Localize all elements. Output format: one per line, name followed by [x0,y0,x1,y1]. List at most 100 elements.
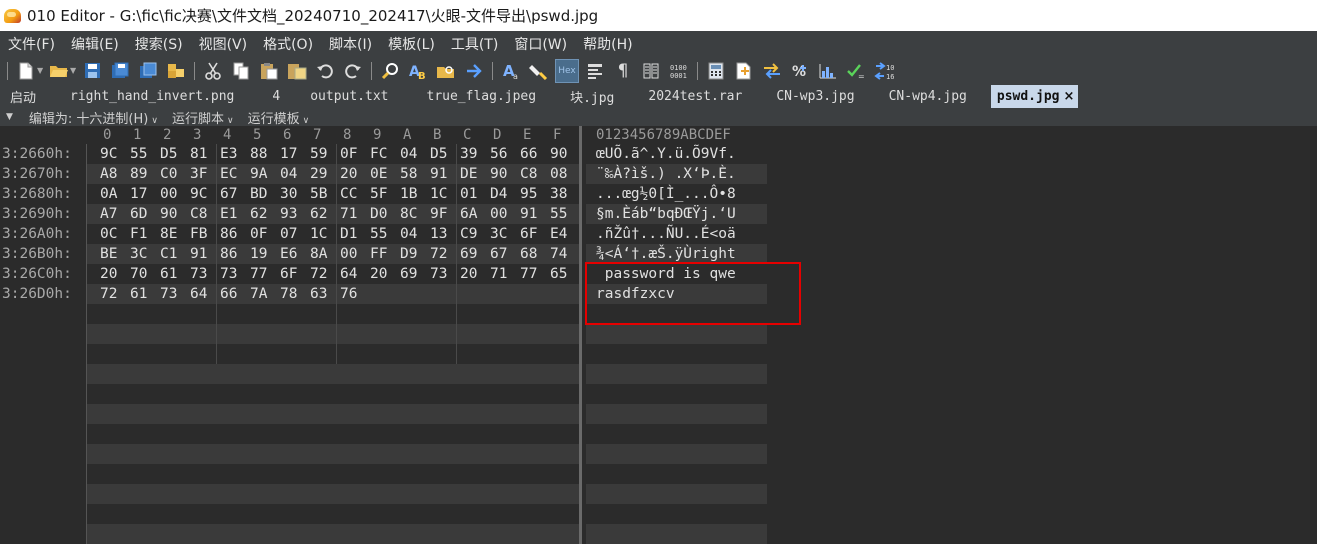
hex-byte[interactable]: 9C [100,144,130,164]
calculator-icon[interactable] [705,60,727,82]
hex-byte[interactable]: 08 [550,164,580,184]
hex-byte[interactable]: 91 [520,204,550,224]
tab-pswd-jpg[interactable]: pswd.jpg × [990,85,1079,108]
menu-view[interactable]: 视图(V) [191,34,256,54]
hex-byte[interactable]: 01 [460,184,490,204]
hex-byte[interactable]: 6F [520,224,550,244]
hex-byte[interactable]: 20 [460,264,490,284]
hex-byte[interactable]: C9 [460,224,490,244]
hex-byte[interactable]: 6A [460,204,490,224]
hex-byte[interactable]: 8C [400,204,430,224]
hex-byte[interactable]: 56 [490,144,520,164]
ascii-row[interactable]: œUÕ.ã^.Y.ü.Õ9Vf. [586,144,767,164]
hex-byte[interactable]: E4 [550,224,580,244]
hex-byte[interactable]: 6D [130,204,160,224]
hex-byte[interactable]: 62 [250,204,280,224]
undo-icon[interactable] [314,60,336,82]
hex-byte[interactable]: 77 [250,264,280,284]
hex-byte[interactable]: 69 [460,244,490,264]
hex-byte[interactable]: 00 [490,204,520,224]
hex-byte[interactable]: 69 [400,264,430,284]
hex-byte[interactable]: 70 [130,264,160,284]
hex-row[interactable] [87,504,579,524]
ascii-row[interactable]: .ñŽû†...ÑU..É<oä [586,224,767,244]
hex-byte[interactable]: 78 [280,284,310,304]
menu-help[interactable]: 帮助(H) [575,34,640,54]
cut-icon[interactable] [202,60,224,82]
hex-row[interactable] [87,324,579,344]
menu-script[interactable]: 脚本(I) [321,34,380,54]
hex-byte[interactable]: 90 [550,144,580,164]
hex-byte[interactable]: 67 [220,184,250,204]
hex-byte[interactable]: 20 [340,164,370,184]
ascii-row[interactable]: ...œg½0[Ì_...Ô•8 [586,184,767,204]
hex-byte[interactable]: 1B [400,184,430,204]
hex-byte[interactable]: 0E [370,164,400,184]
goto-icon[interactable] [463,60,485,82]
hex-byte[interactable]: 00 [340,244,370,264]
ascii-row[interactable] [586,464,767,484]
hex-row[interactable]: 0C F1 8E FB 86 0F 07 1C D1 55 04 13 C9 3C 6F E4 [87,224,579,244]
hex-byte[interactable]: C1 [160,244,190,264]
hex-row[interactable] [87,384,579,404]
tab-kuai-jpg[interactable]: 块.jpg [560,85,638,108]
hex-byte[interactable]: 73 [220,264,250,284]
hex-byte[interactable]: C0 [160,164,190,184]
hex-byte[interactable]: 77 [520,264,550,284]
hex-byte[interactable]: C8 [520,164,550,184]
text-mode-icon[interactable] [584,60,606,82]
tab-cn-wp4[interactable]: CN-wp4.jpg [879,85,991,108]
ascii-row[interactable]: §m.Èáb“bqÐŒŸj.‘U [586,204,767,224]
hex-row[interactable]: A8 89 C0 3F EC 9A 04 29 20 0E 58 91 DE 90 C8 08 [87,164,579,184]
pane-splitter[interactable] [579,126,582,544]
hex-byte[interactable]: 64 [340,264,370,284]
hex-byte[interactable]: 66 [220,284,250,304]
show-whitespace-icon[interactable]: ¶ [612,60,634,82]
hex-byte[interactable]: 0F [340,144,370,164]
hex-byte[interactable]: 68 [520,244,550,264]
hex-byte[interactable]: 71 [340,204,370,224]
histogram-icon[interactable] [817,60,839,82]
insert-file-icon[interactable] [733,60,755,82]
hex-byte[interactable]: 90 [160,204,190,224]
hex-byte[interactable]: 17 [280,144,310,164]
tab-4[interactable]: 4 [258,85,300,108]
hex-byte[interactable]: 04 [280,164,310,184]
hex-byte[interactable]: 5F [370,184,400,204]
hex-byte[interactable]: 20 [100,264,130,284]
hex-byte[interactable]: D9 [400,244,430,264]
hex-byte[interactable]: EC [220,164,250,184]
hex-byte[interactable]: 38 [550,184,580,204]
hex-byte[interactable]: FF [370,244,400,264]
tab-startup[interactable]: 启动 [0,85,46,108]
hex-byte[interactable]: 55 [370,224,400,244]
ascii-row[interactable] [586,524,767,544]
tab-true-flag[interactable]: true_flag.jpeg [409,85,561,108]
hex-row[interactable]: A7 6D 90 C8 E1 62 93 62 71 D0 8C 9F 6A 00 91 55 [87,204,579,224]
save-all-icon[interactable] [137,60,159,82]
hex-byte[interactable]: 65 [550,264,580,284]
save-icon[interactable] [81,60,103,82]
menu-edit[interactable]: 编辑(E) [63,34,127,54]
hex-byte[interactable]: FC [370,144,400,164]
menu-search[interactable]: 搜索(S) [127,34,191,54]
hex-byte[interactable]: 76 [340,284,370,304]
hex-byte[interactable]: 86 [220,224,250,244]
hex-byte[interactable]: 3C [490,224,520,244]
hex-byte[interactable]: D5 [160,144,190,164]
hex-row[interactable] [87,304,579,324]
hex-byte[interactable]: 3C [130,244,160,264]
hex-byte[interactable]: 95 [520,184,550,204]
ascii-row[interactable] [586,444,767,464]
menu-format[interactable]: 格式(O) [255,34,321,54]
new-file-dropdown-icon[interactable]: ▼ [37,60,45,82]
hex-byte[interactable]: 74 [550,244,580,264]
copy-icon[interactable] [230,60,252,82]
hex-row[interactable]: 0A 17 00 9C 67 BD 30 5B CC 5F 1B 1C 01 D4 95 38 [87,184,579,204]
hex-byte[interactable]: 61 [160,264,190,284]
swap-bytes-icon[interactable] [761,60,783,82]
find-icon[interactable] [379,60,401,82]
hex-byte[interactable]: 58 [400,164,430,184]
percent-icon[interactable]: % [789,60,811,82]
hex-row[interactable]: 72 61 73 64 66 7A 78 63 76 [87,284,579,304]
